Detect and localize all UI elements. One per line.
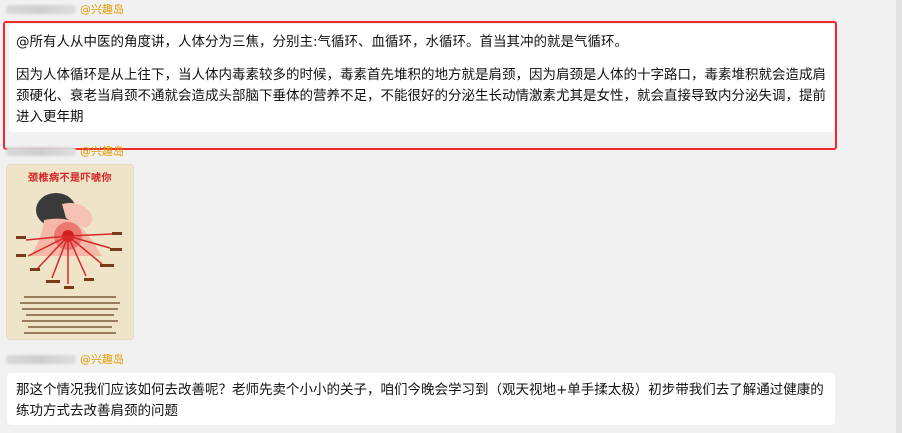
sender-name-blurred: [6, 354, 76, 364]
message-sender: @兴趣岛: [6, 144, 124, 158]
image-message[interactable]: 颈椎病不是吓唬你: [6, 164, 134, 340]
sender-name-blurred: [6, 146, 76, 156]
sender-tag[interactable]: @兴趣岛: [80, 351, 124, 367]
neck-illustration: [16, 193, 122, 334]
sender-tag[interactable]: @兴趣岛: [80, 143, 124, 159]
scrollbar-track[interactable]: [896, 0, 902, 433]
highlight-frame: [3, 21, 837, 150]
message-sender: @兴趣岛: [6, 2, 124, 16]
message-paragraph: 那这个情况我们应该如何去改善呢？老师先卖个小小的关子，咱们今晚会学习到（观天视地…: [16, 382, 824, 419]
message-sender: @兴趣岛: [6, 352, 124, 366]
sender-name-blurred: [6, 4, 76, 14]
message-bubble[interactable]: 那这个情况我们应该如何去改善呢？老师先卖个小小的关子，咱们今晚会学习到（观天视地…: [7, 373, 835, 425]
sender-tag[interactable]: @兴趣岛: [80, 1, 124, 17]
